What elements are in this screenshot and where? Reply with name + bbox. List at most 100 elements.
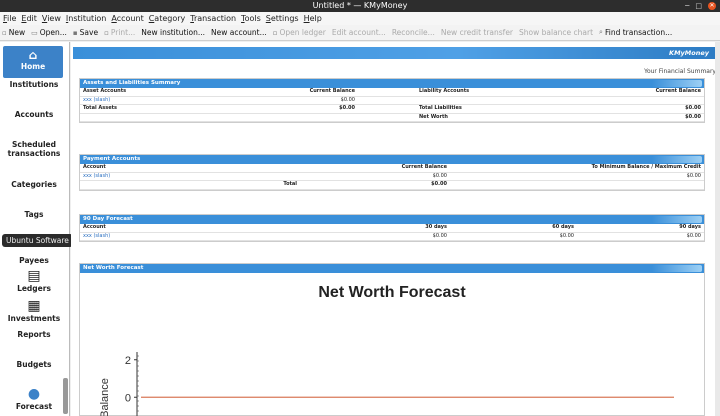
panel-header: 90 Day Forecast — [80, 215, 704, 224]
panel-header: Payment Accounts — [80, 155, 704, 164]
new-institution-label: New institution... — [141, 28, 205, 37]
open-ledger-button[interactable]: ▫ Open ledger — [273, 28, 326, 37]
save-icon: ▪ — [72, 28, 78, 37]
col-header: Asset Accounts — [83, 88, 127, 94]
sidebar-label: Reports — [17, 330, 51, 339]
content-scrollbar[interactable] — [715, 42, 720, 416]
table-header: Account 30 days 60 days 90 days — [80, 224, 704, 233]
forecast-cell: $0.00 — [559, 232, 574, 239]
new-institution-button[interactable]: New institution... — [141, 28, 205, 37]
cell — [586, 97, 704, 105]
sidebar-item-ledgers[interactable]: ▤ Ledgers — [0, 268, 68, 293]
main-toolbar: ▫ New ▭ Open... ▪ Save ▫ Print... New instit… — [0, 25, 720, 41]
find-transaction-button[interactable]: ⌕ Find transaction... — [599, 28, 672, 37]
total-assets-value: $0.00 — [339, 105, 355, 111]
sidebar-item-tags[interactable]: Tags — [0, 210, 68, 219]
minimize-icon[interactable]: ─ — [685, 2, 689, 10]
account-link[interactable]: xxx (slash) — [80, 97, 250, 105]
forecast-90-panel: 90 Day Forecast Account 30 days 60 days … — [79, 214, 705, 242]
sidebar-scrollbar[interactable] — [63, 378, 68, 414]
sidebar-item-payees[interactable]: Payees — [0, 256, 68, 265]
col-header: Current Balance — [309, 88, 355, 94]
forecast-cell: $0.00 — [686, 232, 701, 239]
sidebar-item-home[interactable]: ⌂ Home — [3, 46, 63, 78]
new-credit-transfer-button[interactable]: New credit transfer — [441, 28, 513, 37]
net-worth-value: $0.00 — [685, 113, 701, 120]
save-label: Save — [79, 28, 99, 37]
header-decoration — [652, 216, 702, 223]
sidebar-item-budgets[interactable]: Budgets — [0, 360, 68, 369]
ledger-nav-icon: ▤ — [27, 268, 41, 284]
account-link[interactable]: xxx (slash) — [80, 233, 280, 241]
new-credit-transfer-label: New credit transfer — [440, 28, 514, 37]
menu-help[interactable]: Help — [304, 12, 322, 25]
col-header: 30 days — [425, 224, 447, 230]
table-row: xxx (slash) $0.00 $0.00 — [80, 172, 704, 181]
table-header: Account Current Balance To Minimum Balan… — [80, 164, 704, 173]
sidebar-label: Budgets — [16, 360, 52, 369]
sidebar-label: Ledgers — [17, 284, 51, 293]
cell — [80, 114, 250, 122]
open-button[interactable]: ▭ Open... — [31, 28, 67, 37]
table-header: Asset Accounts Current Balance Liability… — [80, 88, 704, 97]
reconcile-button[interactable]: Reconcile... — [392, 28, 435, 37]
menu-tools[interactable]: Tools — [241, 12, 261, 25]
kmymoney-window: Untitled * — KMyMoney ─ □ ✕ File Edit Vi… — [0, 0, 720, 416]
new-button[interactable]: ▫ New — [2, 28, 25, 37]
investments-icon: ▦ — [27, 298, 41, 314]
open-label: Open... — [39, 28, 67, 37]
sidebar-label: Investments — [7, 314, 61, 323]
sidebar-item-reports[interactable]: Reports — [0, 330, 68, 339]
menu-settings[interactable]: Settings — [266, 12, 299, 25]
sidebar-item-forecast[interactable]: ● Forecast — [0, 386, 68, 411]
maximize-icon[interactable]: □ — [695, 2, 702, 10]
new-account-button[interactable]: New account... — [211, 28, 267, 37]
sidebar-item-scheduled[interactable]: Scheduled transactions — [0, 140, 68, 158]
total-row: Total $0.00 — [80, 181, 704, 190]
print-icon: ▫ — [104, 28, 109, 37]
find-icon: ⌕ — [599, 28, 603, 36]
menu-file[interactable]: File — [3, 12, 16, 25]
edit-account-button[interactable]: Edit account... — [332, 28, 386, 37]
balance-cell: $0.00 — [340, 96, 355, 103]
header-decoration — [652, 80, 702, 87]
window-title: Untitled * — KMyMoney — [312, 1, 408, 10]
open-ledger-label: Open ledger — [279, 28, 326, 37]
y-axis-label: Balance — [99, 378, 111, 416]
menu-category[interactable]: Category — [149, 12, 186, 25]
sidebar-label: Accounts — [14, 110, 54, 119]
col-header: Current Balance — [655, 88, 701, 94]
sidebar-item-categories[interactable]: Categories — [0, 180, 68, 189]
save-button[interactable]: ▪ Save — [73, 28, 98, 37]
forecast-cell: $0.00 — [432, 232, 447, 239]
menu-view[interactable]: View — [42, 12, 61, 25]
sidebar-item-investments[interactable]: ▦ Investments — [0, 298, 68, 323]
balance-cell: $0.00 — [432, 172, 447, 179]
menu-account[interactable]: Account — [111, 12, 143, 25]
sidebar-item-institutions[interactable]: Institutions — [0, 80, 68, 89]
home-view: KMyMoney Your Financial Summary Assets a… — [71, 42, 720, 416]
sidebar-label: Tags — [24, 210, 44, 219]
forecast-icon: ● — [27, 386, 41, 402]
col-header: Liability Accounts — [419, 88, 470, 94]
sidebar-label: Payees — [19, 256, 49, 265]
print-button[interactable]: ▫ Print... — [104, 28, 135, 37]
account-link[interactable]: xxx (slash) — [80, 173, 280, 181]
edit-account-label: Edit account... — [331, 28, 386, 37]
menu-transaction[interactable]: Transaction — [190, 12, 236, 25]
kmymoney-logo: KMyMoney — [669, 49, 709, 57]
sidebar-item-accounts[interactable]: Accounts — [0, 110, 68, 119]
ledger-icon: ▫ — [272, 28, 278, 37]
col-header: Account — [83, 164, 106, 170]
y-tick-label: 0 — [125, 392, 131, 404]
menu-institution[interactable]: Institution — [66, 12, 107, 25]
net-worth-forecast-panel: Net Worth Forecast Net Worth Forecast 02… — [79, 263, 705, 416]
window-controls: ─ □ ✕ — [685, 2, 716, 10]
reconcile-label: Reconcile... — [391, 28, 435, 37]
col-header: 60 days — [552, 224, 574, 230]
menu-edit[interactable]: Edit — [21, 12, 37, 25]
summary-heading: Your Financial Summary — [644, 68, 716, 75]
show-balance-chart-button[interactable]: Show balance chart — [519, 28, 593, 37]
close-icon[interactable]: ✕ — [708, 2, 716, 10]
home-icon: ⌂ — [28, 48, 38, 62]
